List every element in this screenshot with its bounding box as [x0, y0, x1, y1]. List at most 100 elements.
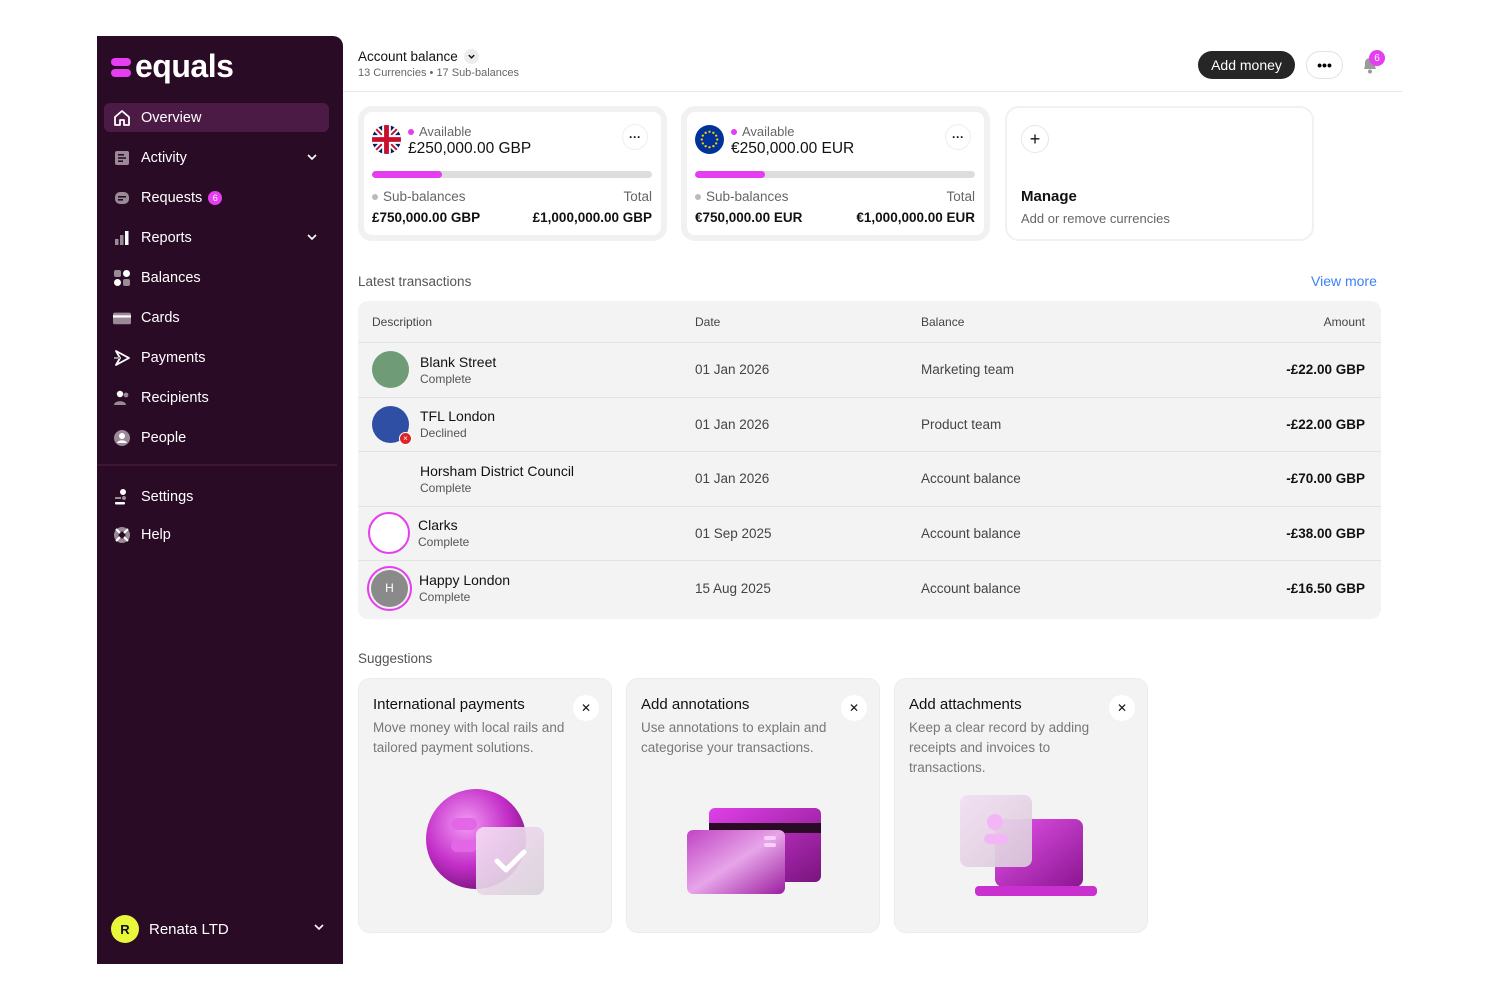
total-value: €1,000,000.00 EUR — [856, 210, 975, 225]
sidebar-item-balances[interactable]: Balances — [104, 263, 329, 292]
suggestion-title: Add attachments — [909, 696, 1022, 713]
chevron-down-icon[interactable] — [305, 230, 319, 248]
close-icon[interactable]: ✕ — [841, 695, 867, 721]
chevron-down-icon — [312, 920, 326, 938]
equals-logo[interactable]: equals — [111, 48, 234, 85]
org-switcher[interactable]: R Renata LTD — [111, 915, 326, 943]
merchant-avatar: × — [372, 405, 412, 445]
sub-balances-label: Sub-balances — [695, 189, 789, 204]
column-header-description: Description — [372, 314, 433, 329]
sidebar-item-recipients[interactable]: Recipients — [104, 383, 329, 412]
transaction-balance: Marketing team — [921, 362, 1015, 378]
transaction-amount: -£38.00 GBP — [1286, 525, 1365, 541]
suggestion-card-international-payments[interactable]: International payments Move money with l… — [358, 678, 612, 933]
page-header: Account balance 13 Currencies • 17 Sub-b… — [343, 36, 1402, 92]
add-money-button[interactable]: Add money — [1198, 51, 1295, 79]
merchant-name: Happy London — [419, 572, 511, 589]
balance-progress-bar — [695, 171, 975, 178]
sidebar-item-payments[interactable]: Payments — [104, 343, 329, 372]
sidebar-item-overview[interactable]: Overview — [104, 103, 329, 132]
transactions-table: Description Date Balance Amount Blank St… — [358, 301, 1381, 619]
sidebar-item-label: Activity — [141, 149, 187, 166]
table-row[interactable]: Clarks Complete 01 Sep 2025 Account bala… — [358, 507, 1381, 561]
sidebar-item-cards[interactable]: Cards — [104, 303, 329, 332]
more-options-button[interactable]: ••• — [1306, 51, 1343, 79]
payments-icon — [113, 349, 131, 367]
transaction-balance: Product team — [921, 416, 1002, 432]
merchant-avatar — [372, 351, 409, 389]
sidebar-item-label: Overview — [141, 109, 202, 126]
merchant-avatar: H — [371, 569, 408, 607]
table-header: Description Date Balance Amount — [358, 301, 1381, 343]
manage-title: Manage — [1021, 188, 1077, 205]
transaction-status: Complete — [420, 480, 472, 495]
sidebar-item-label: Recipients — [141, 389, 209, 406]
transaction-status: Complete — [419, 590, 471, 605]
suggestion-title: International payments — [373, 696, 525, 713]
total-value: £1,000,000.00 GBP — [532, 210, 652, 225]
manage-subtitle: Add or remove currencies — [1021, 211, 1170, 226]
table-row[interactable]: Blank Street Complete 01 Jan 2026 Market… — [358, 343, 1381, 398]
requests-icon — [113, 189, 131, 207]
suggestions-title: Suggestions — [358, 651, 433, 666]
account-selector[interactable]: Account balance — [358, 49, 479, 64]
sidebar-item-requests[interactable]: Requests 6 — [104, 183, 329, 212]
merchant-initial: H — [385, 581, 394, 596]
transaction-date: 01 Jan 2026 — [695, 362, 770, 378]
card-more-button[interactable]: ··· — [622, 124, 648, 150]
transaction-balance: Account balance — [921, 471, 1021, 487]
card-more-button[interactable]: ··· — [945, 124, 971, 150]
card-icon — [113, 309, 131, 327]
balance-card-gbp[interactable]: Available £250,000.00 GBP ··· Sub-balanc… — [358, 106, 667, 241]
table-row[interactable]: × TFL London Declined 01 Jan 2026 Produc… — [358, 398, 1381, 452]
close-icon[interactable]: ✕ — [1109, 695, 1135, 721]
view-more-link[interactable]: View more — [1311, 273, 1377, 289]
sidebar-item-label: Reports — [141, 229, 192, 246]
suggestion-description: Move money with local rails and tailored… — [373, 720, 565, 755]
sidebar-item-reports[interactable]: Reports — [104, 223, 329, 252]
suggestion-description: Keep a clear record by adding receipts a… — [909, 720, 1090, 775]
sidebar-secondary-nav: Settings Help — [104, 482, 329, 558]
plus-icon[interactable]: + — [1021, 125, 1049, 153]
suggestion-card-add-attachments[interactable]: Add attachments Keep a clear record by a… — [894, 678, 1148, 933]
sidebar-item-activity[interactable]: Activity — [104, 143, 329, 172]
table-row[interactable]: Horsham District Council Complete 01 Jan… — [358, 452, 1381, 507]
uk-flag-icon — [372, 125, 401, 154]
sidebar-item-label: Balances — [141, 269, 201, 286]
transaction-date: 15 Aug 2025 — [695, 580, 771, 596]
sidebar-item-help[interactable]: Help — [104, 520, 329, 549]
merchant-avatar — [372, 460, 409, 497]
recipients-icon — [113, 389, 131, 407]
balance-progress-fill — [695, 171, 765, 178]
home-icon — [113, 109, 131, 127]
sidebar-item-label: Cards — [141, 309, 180, 326]
chevron-down-icon[interactable] — [463, 49, 479, 64]
merchant-avatar — [368, 512, 410, 555]
requests-badge: 6 — [208, 190, 223, 205]
notification-badge: 6 — [1369, 50, 1385, 66]
sidebar-item-people[interactable]: People — [104, 423, 329, 452]
column-header-amount: Amount — [1323, 314, 1365, 329]
merchant-name: Blank Street — [420, 353, 497, 370]
sidebar-item-label: Help — [141, 526, 171, 543]
cards-illustration — [687, 808, 821, 894]
org-name: Renata LTD — [149, 920, 229, 938]
close-icon[interactable]: ✕ — [573, 695, 599, 721]
sub-balances-value: €750,000.00 EUR — [695, 210, 803, 225]
table-row[interactable]: H Happy London Complete 15 Aug 2025 Acco… — [358, 561, 1381, 616]
people-icon — [113, 429, 131, 447]
sidebar: equals Overview Activity Requests 6 Repo… — [97, 36, 343, 964]
org-avatar: R — [111, 915, 139, 943]
transaction-date: 01 Sep 2025 — [695, 525, 772, 541]
sidebar-item-settings[interactable]: Settings — [104, 482, 329, 511]
manage-currencies-card[interactable]: + Manage Add or remove currencies — [1005, 106, 1314, 241]
chevron-down-icon[interactable] — [305, 150, 319, 168]
account-subtitle: 13 Currencies • 17 Sub-balances — [358, 67, 519, 79]
suggestion-card-add-annotations[interactable]: Add annotations Use annotations to expla… — [626, 678, 880, 933]
logo-text: equals — [135, 48, 234, 84]
balance-card-eur[interactable]: Available €250,000.00 EUR ··· Sub-balanc… — [681, 106, 990, 241]
transaction-status: Complete — [420, 371, 472, 386]
suggestion-description: Use annotations to explain and categoris… — [641, 720, 827, 755]
payments-illustration — [426, 789, 544, 895]
declined-icon: × — [399, 431, 412, 445]
